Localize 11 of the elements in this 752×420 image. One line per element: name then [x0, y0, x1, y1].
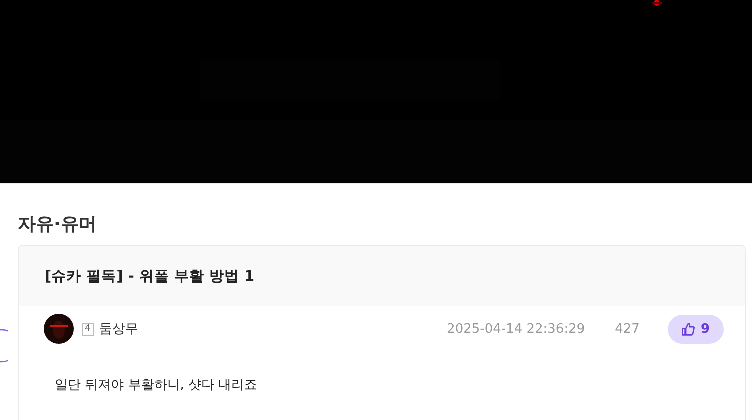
thumbs-up-icon	[682, 322, 695, 336]
post-title: [슈카 필독] - 위폴 부활 방법 1	[45, 268, 255, 286]
ring-icon[interactable]	[0, 329, 8, 363]
view-count: 427	[615, 322, 640, 336]
board-title: 자유·유머	[18, 213, 98, 236]
level-badge: 4	[82, 322, 94, 336]
like-button[interactable]: 9	[668, 314, 724, 344]
post-body: 일단 뒤져야 부활하니, 샷다 내리죠	[55, 377, 259, 394]
author-name[interactable]: 둠상무	[100, 320, 139, 338]
post-date: 2025-04-14 22:36:29	[447, 322, 586, 336]
avatar-icon[interactable]	[44, 314, 74, 344]
